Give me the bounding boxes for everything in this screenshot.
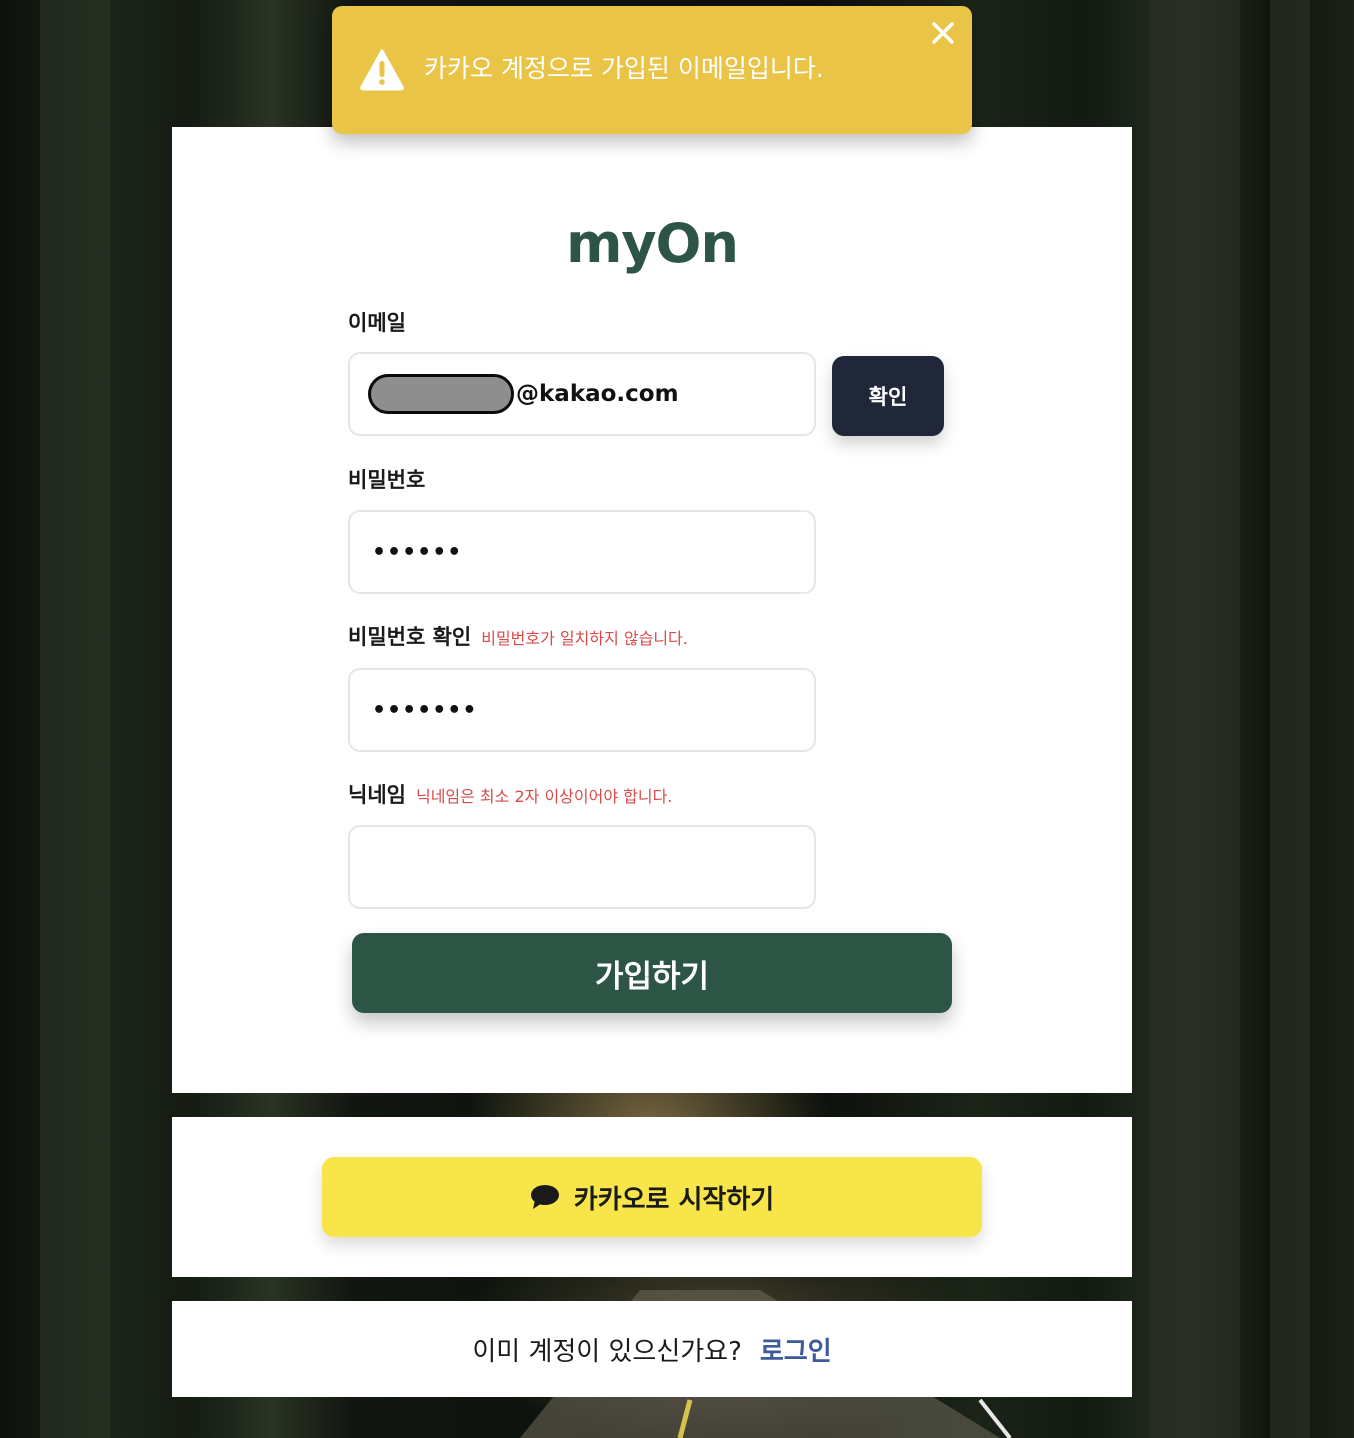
close-icon[interactable] xyxy=(930,20,956,46)
chat-bubble-icon xyxy=(530,1185,559,1209)
email-label: 이메일 xyxy=(348,311,406,335)
login-link[interactable]: 로그인 xyxy=(760,1331,832,1368)
nickname-error: 닉네임은 최소 2자 이상이어야 합니다. xyxy=(415,787,673,806)
kakao-start-button[interactable]: 카카오로 시작하기 xyxy=(322,1157,982,1237)
password-confirm-label: 비밀번호 확인 비밀번호가 일치하지 않습니다. xyxy=(348,625,688,649)
login-prompt: 이미 계정이 있으신가요? xyxy=(472,1336,742,1367)
kakao-start-label: 카카오로 시작하기 xyxy=(573,1184,775,1215)
redacted-email-username xyxy=(368,374,514,414)
password-field[interactable]: •••••• xyxy=(348,510,816,594)
password-confirm-error: 비밀번호가 일치하지 않습니다. xyxy=(481,629,688,648)
signup-card: myOn 이메일 @kakao.com 확인 비밀번호 •••••• 비밀번호 … xyxy=(172,127,1132,1093)
email-field[interactable]: @kakao.com xyxy=(348,352,816,436)
password-confirm-value: ••••••• xyxy=(372,697,478,723)
warning-icon xyxy=(360,49,404,91)
email-domain-text: @kakao.com xyxy=(516,381,679,407)
signup-button[interactable]: 가입하기 xyxy=(352,933,952,1013)
password-label: 비밀번호 xyxy=(348,468,426,492)
password-value: •••••• xyxy=(372,539,463,565)
password-confirm-field[interactable]: ••••••• xyxy=(348,668,816,752)
warning-toast: 카카오 계정으로 가입된 이메일입니다. xyxy=(332,6,972,134)
brand-logo: myOn xyxy=(566,212,739,275)
nickname-field[interactable] xyxy=(348,825,816,909)
kakao-card: 카카오로 시작하기 xyxy=(172,1117,1132,1277)
nickname-label: 닉네임 닉네임은 최소 2자 이상이어야 합니다. xyxy=(348,783,673,807)
login-card: 이미 계정이 있으신가요? 로그인 xyxy=(172,1301,1132,1397)
toast-message: 카카오 계정으로 가입된 이메일입니다. xyxy=(424,54,824,83)
email-confirm-button[interactable]: 확인 xyxy=(832,356,944,436)
